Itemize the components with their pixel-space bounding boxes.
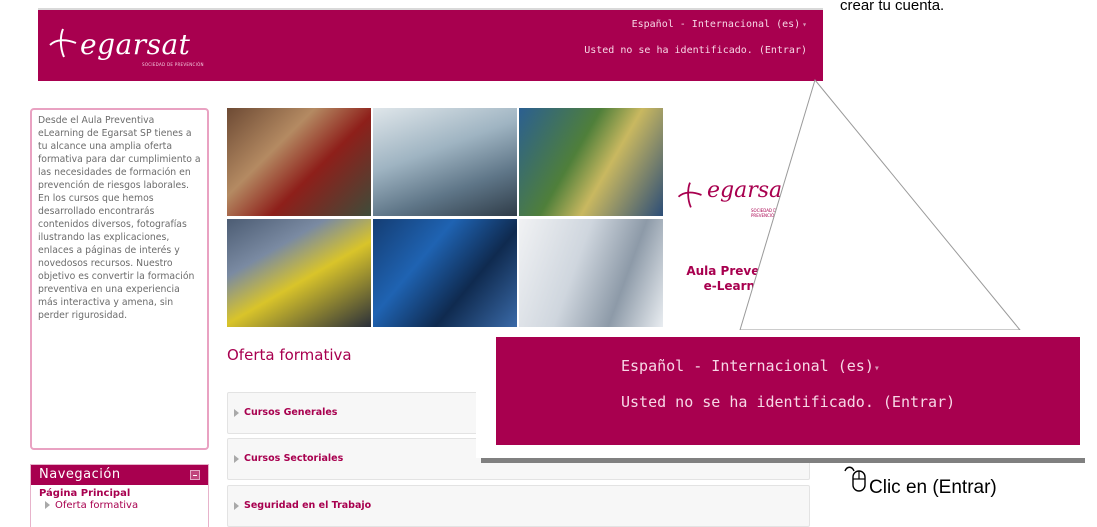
banner-title-line2: e-Learning bbox=[703, 279, 777, 293]
logo-tagline: SOCIEDAD DE PREVENCIÓN bbox=[142, 62, 204, 67]
logo-word: egarsat bbox=[80, 28, 191, 61]
chevron-down-icon: ▾ bbox=[802, 20, 807, 29]
section-title: Oferta formativa bbox=[227, 346, 352, 364]
banner-logo-word: egarsat bbox=[707, 178, 791, 203]
banner-logo-tagline: SOCIEDAD DE PREVENCIÓN bbox=[751, 208, 779, 218]
intro-block: Desde el Aula Preventiva eLearning de Eg… bbox=[30, 108, 209, 450]
login-info: Usted no se ha identificado. (Entrar) bbox=[584, 45, 807, 56]
nav-item-label: Oferta formativa bbox=[55, 500, 139, 511]
intro-text: Desde el Aula Preventiva eLearning de Eg… bbox=[38, 115, 201, 321]
triangle-right-icon bbox=[234, 408, 239, 417]
mouse-icon bbox=[844, 466, 866, 492]
login-prefix: Usted no se ha identificado. ( bbox=[584, 45, 765, 56]
photo-laboratory bbox=[519, 219, 663, 327]
zoom-language-label: Español - Internacional (es) bbox=[621, 357, 874, 375]
navigation-block: Navegación Página Principal Oferta forma… bbox=[30, 464, 209, 527]
photo-worker-boxes bbox=[227, 108, 371, 216]
tip-text: crear tu cuenta. bbox=[840, 0, 945, 14]
triangle-right-icon bbox=[234, 501, 239, 510]
nav-item-oferta[interactable]: Oferta formativa bbox=[31, 499, 208, 511]
navigation-header: Navegación bbox=[31, 465, 208, 485]
banner-photos bbox=[227, 108, 663, 327]
language-selector[interactable]: Español - Internacional (es) ▾ bbox=[632, 19, 807, 30]
photo-production-line bbox=[519, 108, 663, 216]
instruction-label: Clic en (Entrar) bbox=[843, 465, 997, 499]
zoom-callout: Español - Internacional (es)▾ Usted no s… bbox=[476, 330, 1097, 458]
triangle-right-icon bbox=[234, 454, 239, 463]
course-label: Cursos Sectoriales bbox=[244, 453, 344, 464]
chevron-down-icon: ▾ bbox=[873, 363, 880, 374]
course-label: Cursos Generales bbox=[244, 407, 338, 418]
navigation-title: Navegación bbox=[39, 467, 121, 482]
login-suffix: ) bbox=[800, 45, 807, 56]
banner-title-line1: Aula Preventiva bbox=[686, 264, 794, 278]
banner-logo: egarsat SOCIEDAD DE PREVENCIÓN bbox=[675, 178, 805, 218]
site-logo[interactable]: egarsat SOCIEDAD DE PREVENCIÓN bbox=[46, 24, 206, 70]
login-link[interactable]: Entrar bbox=[765, 45, 801, 56]
banner-brand-panel: egarsat SOCIEDAD DE PREVENCIÓN Aula Prev… bbox=[665, 108, 815, 327]
course-category[interactable]: Seguridad en el Trabajo bbox=[227, 485, 810, 527]
triangle-right-icon bbox=[45, 501, 50, 509]
zoom-login: Usted no se ha identificado. (Entrar) bbox=[621, 393, 956, 411]
photo-office bbox=[373, 108, 517, 216]
nav-item-home[interactable]: Página Principal bbox=[31, 485, 208, 499]
banner-title: Aula Preventiva e-Learning bbox=[665, 264, 815, 294]
zoom-header: Español - Internacional (es)▾ Usted no s… bbox=[496, 337, 1080, 445]
instruction-text: Clic en (Entrar) bbox=[869, 477, 997, 498]
photo-blue-bins bbox=[373, 219, 517, 327]
language-label: Español - Internacional (es) bbox=[631, 19, 801, 30]
cross-logo-icon bbox=[49, 28, 77, 58]
photo-forklift bbox=[227, 219, 371, 327]
course-label: Seguridad en el Trabajo bbox=[244, 500, 372, 511]
zoom-language: Español - Internacional (es)▾ bbox=[621, 357, 880, 375]
site-header: egarsat SOCIEDAD DE PREVENCIÓN Español -… bbox=[38, 10, 823, 81]
collapse-icon[interactable] bbox=[190, 470, 200, 480]
cross-logo-icon bbox=[677, 182, 702, 208]
